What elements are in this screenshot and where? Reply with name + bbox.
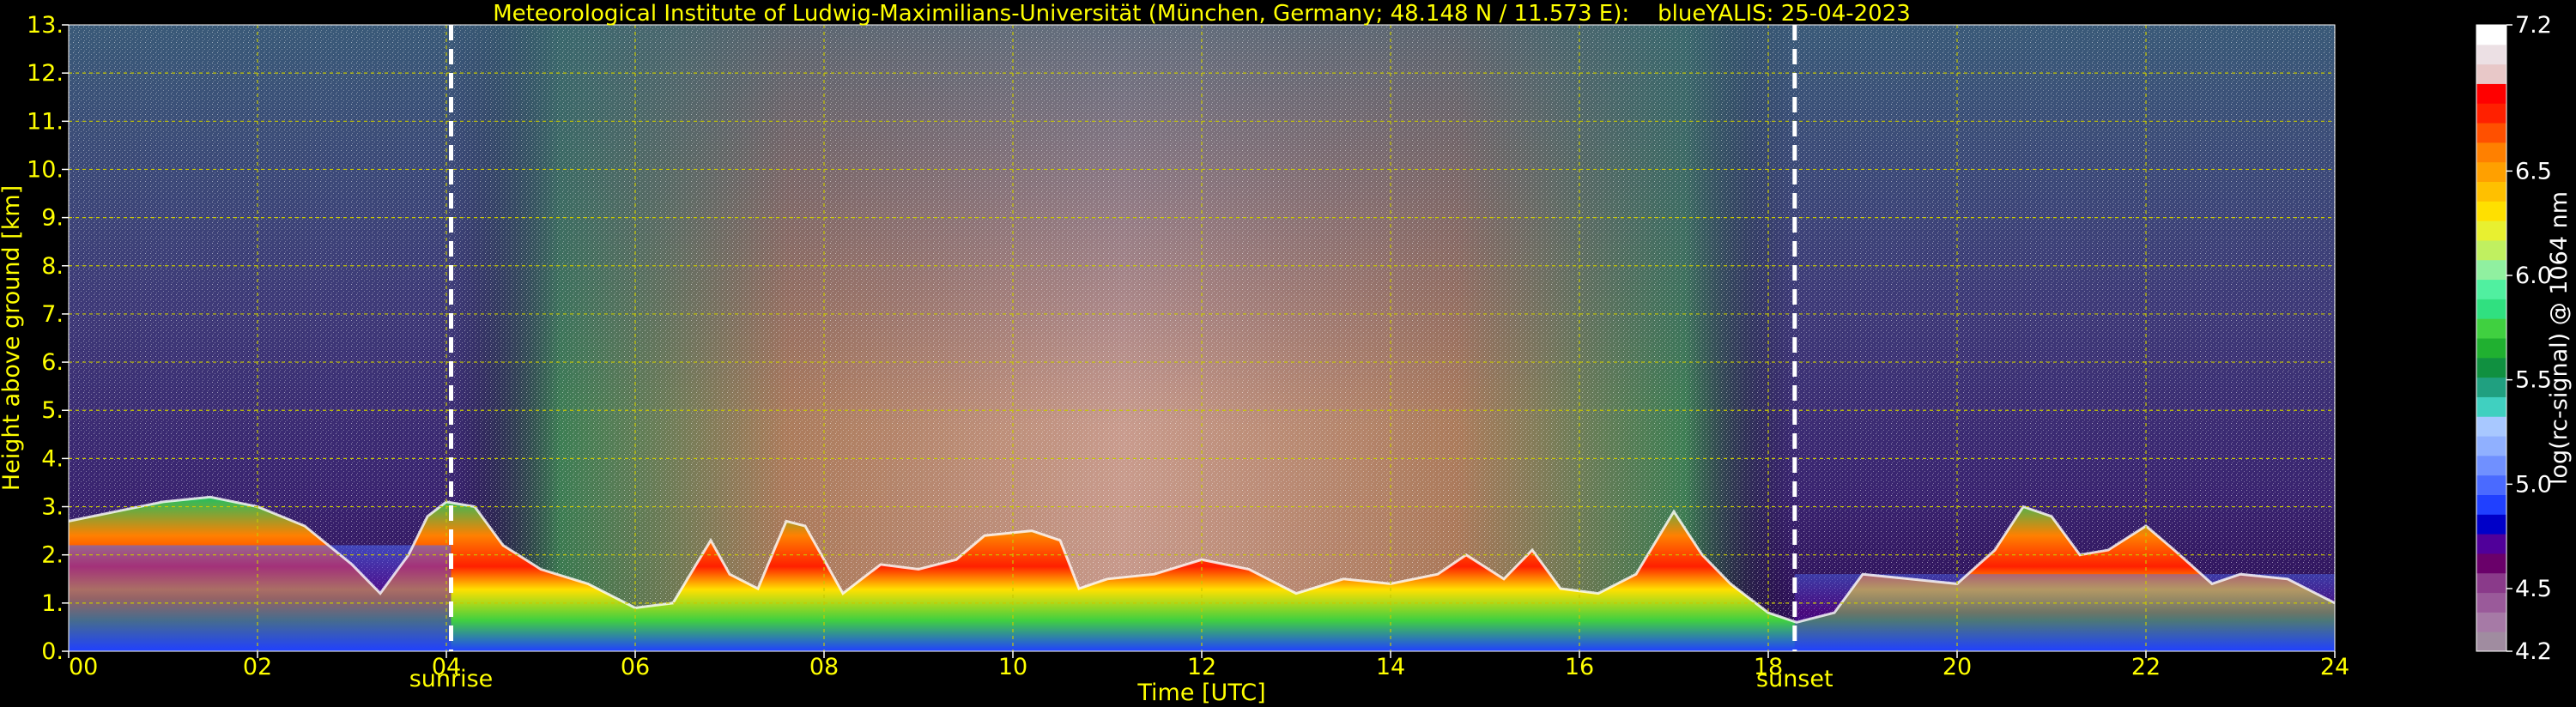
x-tick-label: 04: [432, 654, 461, 680]
colorbar-label: log(rc-signal) @ 1064 nm: [2546, 191, 2573, 485]
colorbar-tick-label: 6.5: [2515, 158, 2552, 184]
colorbar-tick-label: 7.2: [2515, 12, 2552, 39]
colorbar-segment: [2476, 534, 2506, 554]
x-axis-label: Time [UTC]: [1136, 680, 1265, 706]
colorbar-segment: [2476, 123, 2506, 143]
colorbar-segment: [2476, 161, 2506, 182]
colorbar-segment: [2476, 83, 2506, 104]
colorbar-tick-label: 4.5: [2515, 576, 2552, 602]
y-tick-label: 5.: [41, 397, 64, 424]
colorbar-segment: [2476, 377, 2506, 397]
y-tick-label: 3.: [41, 494, 64, 521]
night-aerosol-evening: [1794, 574, 2335, 651]
plot-area: [68, 24, 2336, 652]
colorbar-segment: [2476, 416, 2506, 437]
x-tick-label: 22: [2131, 654, 2161, 680]
colorbar-segment: [2476, 142, 2506, 163]
y-tick-label: 7.: [41, 301, 64, 328]
y-tick-label: 13.: [27, 12, 64, 39]
x-tick-label: 18: [1754, 654, 1783, 680]
x-tick-label: 12: [1187, 654, 1216, 680]
colorbar-segment: [2476, 494, 2506, 515]
y-tick-label: 8.: [41, 253, 64, 280]
colorbar-segment: [2476, 572, 2506, 594]
y-axis-label: Height above ground [km]: [0, 185, 25, 491]
colorbar-segment: [2476, 553, 2506, 574]
y-tick-label: 6.: [41, 349, 64, 376]
colorbar-segment: [2476, 44, 2506, 65]
colorbar-segment: [2476, 299, 2506, 319]
x-tick-label: 02: [243, 654, 272, 680]
x-tick-label: 10: [998, 654, 1027, 680]
x-tick-label: 06: [621, 654, 650, 680]
colorbar: [2476, 24, 2507, 652]
y-tick-label: 11.: [27, 108, 64, 135]
colorbar-segment: [2476, 259, 2506, 281]
x-tick-label: 00: [69, 654, 98, 680]
colorbar-segment: [2476, 221, 2506, 241]
y-tick-label: 2.: [41, 542, 64, 569]
y-tick-label: 12.: [27, 60, 64, 87]
colorbar-ticks: 7.26.56.05.55.04.54.2: [2506, 12, 2552, 665]
colorbar-tick-label: 4.2: [2515, 638, 2552, 665]
night-aerosol-morning: [69, 545, 452, 651]
lidar-chart: 0.1.2.3.4.5.6.7.8.9.10.11.12.13. sunrise…: [0, 1, 2573, 706]
colorbar-segment: [2476, 357, 2506, 378]
colorbar-segment: [2476, 279, 2506, 299]
colorbar-segment: [2476, 514, 2506, 535]
y-axis-ticks: 0. 1. 2. 3. 4. 5. 6. 7. 8. 9. 10. 11. 12. 13.: [27, 12, 69, 665]
y-tick-label: 9.: [41, 205, 64, 232]
colorbar-segment: [2476, 63, 2506, 84]
colorbar-segment: [2476, 436, 2506, 456]
colorbar-segment: [2476, 181, 2506, 202]
x-tick-label: 24: [2320, 654, 2349, 680]
colorbar-segment: [2476, 103, 2506, 124]
y-tick-label: 1.: [41, 590, 64, 617]
x-tick-label: 16: [1565, 654, 1594, 680]
colorbar-segment: [2476, 631, 2506, 652]
y-tick-label: 0.: [41, 638, 64, 665]
colorbar-segment: [2476, 612, 2506, 632]
colorbar-segment: [2476, 201, 2506, 221]
colorbar-segment: [2476, 239, 2506, 261]
y-tick-label: 10.: [27, 156, 64, 183]
colorbar-segment: [2476, 25, 2506, 45]
colorbar-segment: [2476, 474, 2506, 495]
colorbar-segment: [2476, 592, 2506, 613]
colorbar-segment: [2476, 455, 2506, 476]
colorbar-segment: [2476, 396, 2506, 417]
colorbar-segment: [2476, 338, 2506, 359]
x-tick-label: 08: [809, 654, 839, 680]
colorbar-segment: [2476, 318, 2506, 339]
y-tick-label: 4.: [41, 445, 64, 472]
x-tick-label: 14: [1376, 654, 1405, 680]
chart-title: Meteorological Institute of Ludwig-Maxim…: [493, 1, 1911, 27]
x-tick-label: 20: [1943, 654, 1972, 680]
